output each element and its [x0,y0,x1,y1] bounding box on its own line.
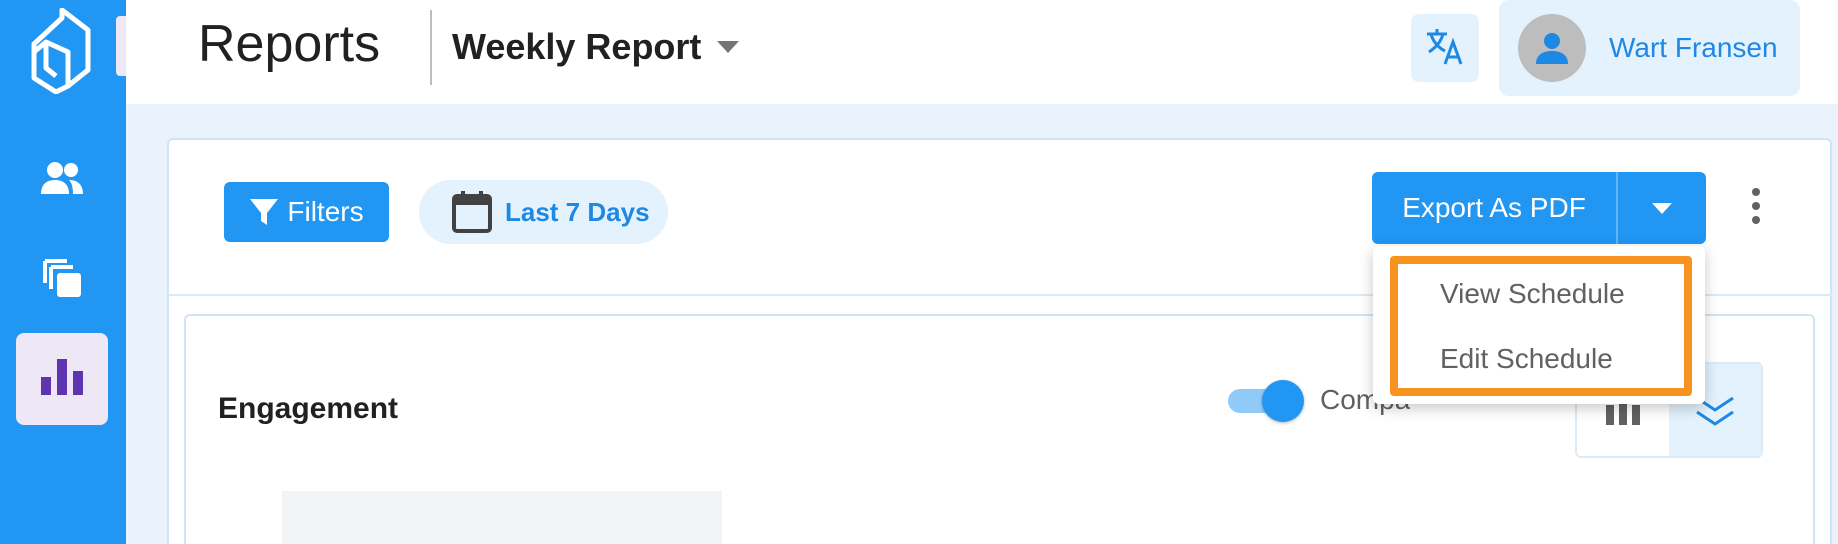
dot [1752,188,1760,196]
sidebar [0,0,126,544]
menu-item-view-schedule[interactable]: View Schedule [1440,278,1625,310]
export-pdf-button[interactable]: Export As PDF [1372,172,1616,244]
chart-placeholder [282,491,722,544]
app-logo[interactable] [28,7,94,95]
dot [1752,202,1760,210]
report-selector[interactable]: Weekly Report [452,26,740,68]
user-menu[interactable]: Wart Fransen [1499,0,1800,96]
dot [1752,216,1760,224]
date-range-label: Last 7 Days [505,196,650,227]
filter-icon [250,199,279,225]
sidebar-item-reports[interactable] [16,333,108,425]
bar-chart-icon [41,358,83,400]
translate-icon [1425,26,1465,71]
avatar [1518,14,1586,82]
users-icon [39,160,85,201]
sidebar-item-pages[interactable] [16,234,108,326]
caret-down-icon [717,41,740,53]
date-range-chip[interactable]: Last 7 Days [419,180,668,244]
title-divider [430,10,432,85]
menu-item-edit-schedule[interactable]: Edit Schedule [1440,343,1613,375]
calendar-icon [452,191,492,233]
filters-button[interactable]: Filters [224,182,389,242]
export-menu-toggle[interactable] [1616,172,1706,244]
user-name: Wart Fransen [1609,32,1778,63]
compare-toggle-knob[interactable] [1262,380,1304,422]
more-options-button[interactable] [1740,182,1772,230]
pages-icon [41,257,83,304]
sidebar-item-users[interactable] [16,134,108,226]
page-title: Reports [198,15,381,73]
top-bar: Reports Weekly Report Wart Fransen [126,0,1838,104]
caret-down-icon [1652,202,1672,214]
section-title: Engagement [218,392,399,425]
translate-button[interactable] [1411,14,1479,82]
report-selector-label: Weekly Report [452,26,702,67]
filters-label: Filters [287,196,364,227]
person-icon [1536,33,1568,64]
export-dropdown-menu [1373,246,1705,404]
